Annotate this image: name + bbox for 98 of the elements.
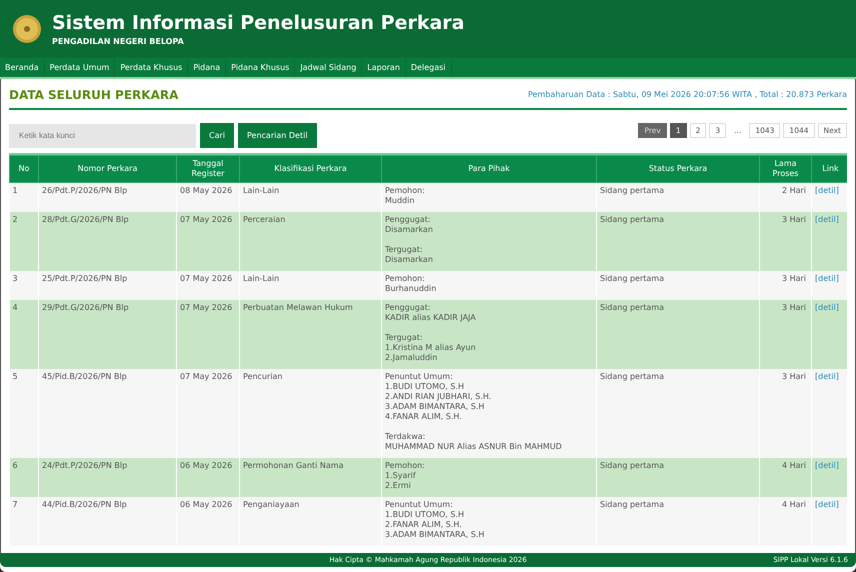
party-name: Muddin — [385, 196, 416, 206]
table-cell: 2 — [10, 212, 38, 271]
update-info: Pembaharuan Data : Sabtu, 09 Mei 2026 20:07:56 WITA , Total : 20.873 Perkara — [528, 90, 847, 99]
party-role: Tergugat: — [385, 333, 424, 343]
table-cell: Pencurian — [240, 369, 382, 458]
page-title: DATA SELURUH PERKARA — [9, 88, 178, 102]
party-name: 3.ADAM BIMANTARA, S.H — [385, 402, 486, 412]
party-name: 1.BUDI UTOMO, S.H — [385, 382, 465, 392]
party-name: KADIR alias KADIR JAJA — [385, 313, 477, 323]
party-name: 1.BUDI UTOMO, S.H — [385, 510, 465, 520]
party-name: 1.Kristina M alias Ayun — [385, 343, 477, 353]
table-cell: Perbuatan Melawan Hukum — [240, 300, 382, 369]
nav-link[interactable]: Delegasi — [406, 58, 452, 77]
table-cell: 2 Hari — [760, 182, 812, 212]
detail-link[interactable]: [detil] — [815, 303, 839, 312]
party-role: Pemohon: — [385, 274, 426, 284]
table-cell: 4 Hari — [760, 497, 812, 546]
nav-link[interactable]: Beranda — [0, 58, 45, 77]
detail-link[interactable]: [detil] — [815, 372, 839, 381]
table-cell: Permohonan Ganti Nama — [240, 458, 382, 497]
party-role: Penuntut Umum: — [385, 372, 454, 382]
table-cell: 3 Hari — [760, 271, 812, 300]
party-role: Penggugat: — [385, 215, 432, 225]
table-cell: Penganiayaan — [240, 497, 382, 546]
nav-link[interactable]: Perdata Khusus — [115, 58, 188, 77]
party-name: 3.ADAM BIMANTARA, S.H — [385, 530, 486, 540]
nav-link[interactable]: Pidana Khusus — [226, 58, 296, 77]
nav-link[interactable]: Perdata Umum — [44, 58, 116, 77]
table-cell: Sidang pertama — [596, 182, 760, 212]
table-cell: 4 Hari — [760, 458, 812, 497]
column-header: Klasifikasi Perkara — [240, 156, 382, 182]
party-role: Pemohon: — [385, 461, 426, 471]
table-cell: 07 May 2026 — [176, 212, 240, 271]
column-header: Lama Proses — [760, 156, 812, 182]
party-name: 1.Syarif — [385, 471, 417, 481]
party-name: MUHAMMAD NUR Alias ASNUR Bin MAHMUD — [385, 442, 563, 452]
table-cell: Sidang pertama — [596, 271, 760, 300]
table-cell: Sidang pertama — [596, 497, 760, 546]
party-name: 2.Jamaluddin — [385, 353, 438, 363]
table-cell: Sidang pertama — [596, 300, 760, 369]
party-role: Terdakwa: — [385, 432, 426, 442]
table-cell: Sidang pertama — [596, 212, 760, 271]
column-header: Para Pihak — [382, 156, 596, 182]
table-cell: 24/Pdt.P/2026/PN Blp — [38, 458, 176, 497]
table-cell: 07 May 2026 — [176, 271, 240, 300]
search-button[interactable]: Cari — [200, 123, 234, 148]
table-cell: 07 May 2026 — [176, 369, 240, 458]
table-cell: 1 — [10, 182, 38, 212]
table-cell: 3 — [10, 271, 38, 300]
detail-search-button[interactable]: Pencarian Detil — [238, 123, 317, 148]
table-cell: 3 Hari — [760, 212, 812, 271]
search-field[interactable]: Ketik kata kunci — [9, 124, 196, 148]
table-cell: Sidang pertama — [596, 369, 760, 458]
column-header: Tanggal Register — [176, 156, 240, 182]
party-name: 2.Ermi — [385, 481, 412, 491]
table-cell: Lain-Lain — [240, 182, 382, 212]
court-name: PENGADILAN NEGERI BELOPA — [52, 37, 185, 46]
site-title: Sistem Informasi Penelusuran Perkara — [52, 12, 464, 34]
emblem-icon — [12, 14, 42, 44]
detail-link[interactable]: [detil] — [815, 461, 839, 470]
table-cell: 08 May 2026 — [176, 182, 240, 212]
party-role: Pemohon: — [385, 186, 426, 196]
party-role: Penuntut Umum: — [385, 500, 454, 510]
column-header: Nomor Perkara — [38, 156, 176, 182]
table-cell: 3 Hari — [760, 300, 812, 369]
table-cell: 07 May 2026 — [176, 300, 240, 369]
table-cell: 06 May 2026 — [176, 497, 240, 546]
table-cell: 25/Pdt.P/2026/PN Blp — [38, 271, 176, 300]
table-cell: Lain-Lain — [240, 271, 382, 300]
table-cell: 45/Pid.B/2026/PN Blp — [38, 369, 176, 458]
column-header: Link — [812, 156, 847, 182]
table-cell: Sidang pertama — [596, 458, 760, 497]
nav-link[interactable]: Pidana — [188, 58, 226, 77]
party-name: 2.FANAR ALIM, S.H. — [385, 520, 463, 530]
table-cell: 06 May 2026 — [176, 458, 240, 497]
party-name: Disamarkan — [385, 225, 434, 235]
nav-link[interactable]: Jadwal Sidang — [295, 58, 362, 77]
table-cell: 44/Pid.B/2026/PN Blp — [38, 497, 176, 546]
table-cell: 29/Pdt.G/2026/PN Blp — [38, 300, 176, 369]
column-header: Status Perkara — [596, 156, 760, 182]
column-header: No — [10, 156, 38, 182]
table-cell: 4 — [10, 300, 38, 369]
table-cell: 3 Hari — [760, 369, 812, 458]
table-cell: 26/Pdt.P/2026/PN Blp — [38, 182, 176, 212]
table-cell: Perceraian — [240, 212, 382, 271]
table-cell: 6 — [10, 458, 38, 497]
party-name: Burhanuddin — [385, 284, 438, 294]
party-role: Tergugat: — [385, 245, 424, 255]
party-name: 2.ANDI RIAN JUBHARI, S.H. — [385, 392, 492, 402]
detail-link[interactable]: [detil] — [815, 500, 839, 509]
table-cell: 28/Pdt.G/2026/PN Blp — [38, 212, 176, 271]
party-name: Disamarkan — [385, 255, 434, 265]
party-name: 4.FANAR ALIM, S.H. — [385, 412, 463, 422]
nav-link[interactable]: Laporan — [362, 58, 406, 77]
detail-link[interactable]: [detil] — [815, 215, 839, 224]
table-cell: 5 — [10, 369, 38, 458]
table-cell: 7 — [10, 497, 38, 546]
party-role: Penggugat: — [385, 303, 432, 313]
